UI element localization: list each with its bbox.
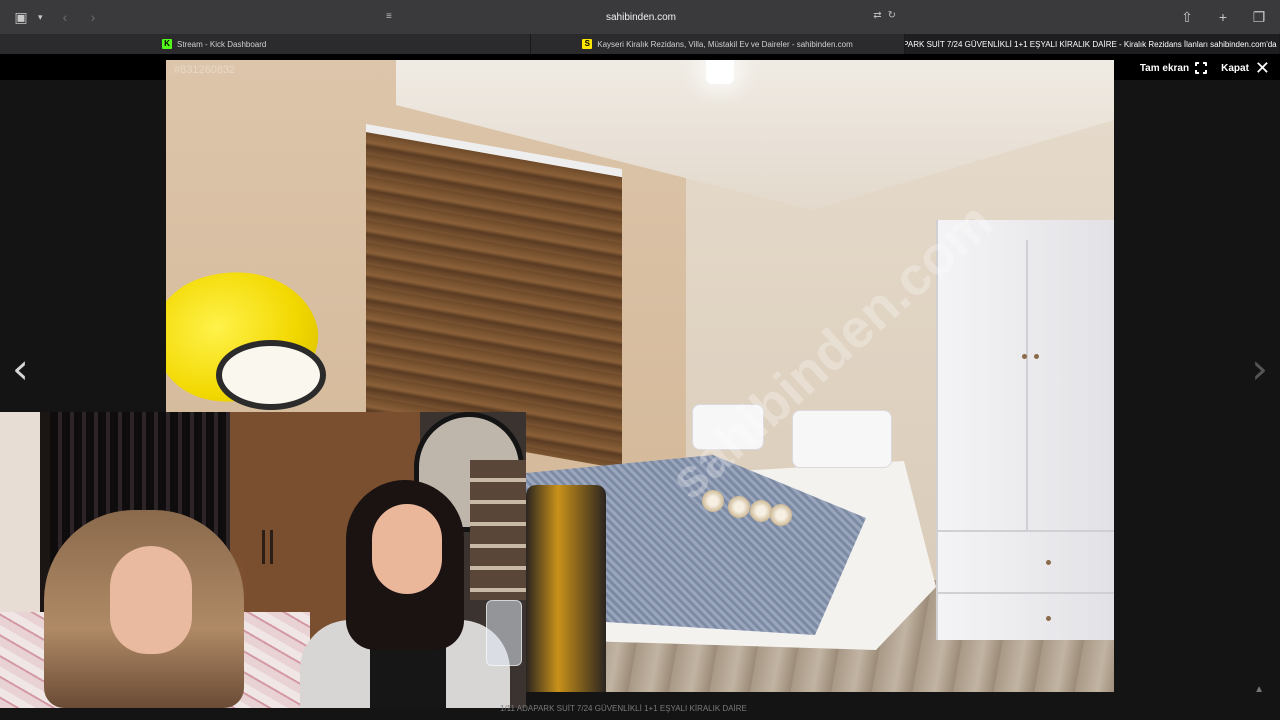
streamer-right-face bbox=[372, 504, 442, 594]
tab-title: Kayseri Kiralık Rezidans, Villa, Müstaki… bbox=[597, 39, 853, 49]
photo-viewer: Tam ekran Kapat ✕ ‹ › sahibinden.com #83… bbox=[0, 54, 1280, 720]
address-bar-actions: ⇄ ↻ bbox=[873, 10, 896, 21]
viewer-actions: Tam ekran Kapat ✕ bbox=[1139, 58, 1270, 78]
lamp-shade-rim bbox=[216, 340, 326, 410]
back-icon[interactable]: ‹ bbox=[54, 8, 76, 26]
toolbar-left-controls: ▣ ▾ ‹ › bbox=[10, 8, 104, 26]
tab-bar: K Stream - Kick Dashboard S Kayseri Kira… bbox=[0, 34, 1280, 54]
tab-kick-dashboard[interactable]: K Stream - Kick Dashboard bbox=[0, 34, 531, 54]
toolbar-right-controls: ⇧ + ❐ bbox=[1176, 8, 1270, 26]
cabinet-handle bbox=[262, 530, 265, 564]
new-tab-icon[interactable]: + bbox=[1212, 8, 1234, 26]
chair bbox=[526, 485, 606, 692]
reload-icon[interactable]: ↻ bbox=[888, 10, 896, 21]
drinking-glass bbox=[486, 600, 522, 666]
streamer-right bbox=[300, 480, 522, 708]
towel-roll bbox=[750, 500, 772, 522]
photo-caption: 1/11 ADAPARK SUİT 7/24 GÜVENLİKLİ 1+1 EŞ… bbox=[500, 704, 747, 713]
ceiling-light bbox=[706, 60, 734, 84]
url-text[interactable]: sahibinden.com bbox=[606, 12, 676, 23]
pillow bbox=[792, 410, 892, 468]
page-menu-icon[interactable]: ≡ bbox=[386, 11, 396, 23]
streamer-left bbox=[44, 510, 244, 708]
stream-webcam-overlay bbox=[0, 412, 526, 708]
share-icon[interactable]: ⇧ bbox=[1176, 8, 1198, 26]
chevron-right-icon[interactable]: › bbox=[1251, 348, 1268, 390]
close-button[interactable]: Kapat ✕ bbox=[1221, 58, 1270, 78]
kick-favicon-icon: K bbox=[162, 39, 172, 49]
white-wardrobe bbox=[936, 220, 1114, 640]
close-label: Kapat bbox=[1221, 62, 1249, 74]
towel-roll bbox=[728, 496, 750, 518]
tab-adapark-listing[interactable]: S ADAPARK SUİT 7/24 GÜVENLİKLİ 1+1 EŞYAL… bbox=[905, 34, 1280, 54]
fullscreen-label: Tam ekran bbox=[1139, 62, 1190, 74]
chevron-down-icon[interactable]: ▾ bbox=[38, 12, 48, 23]
sidebar-toggle-icon[interactable]: ▣ bbox=[10, 8, 32, 26]
chevron-left-icon[interactable]: ‹ bbox=[12, 348, 29, 390]
streamer-left-face bbox=[110, 546, 192, 654]
sahibinden-favicon-icon: S bbox=[582, 39, 593, 49]
tab-title: ADAPARK SUİT 7/24 GÜVENLİKLİ 1+1 EŞYALI … bbox=[905, 39, 1279, 49]
towel-roll bbox=[770, 504, 792, 526]
address-bar[interactable]: ≡ sahibinden.com ⇄ ↻ bbox=[380, 7, 902, 28]
listing-number: #831260832 bbox=[174, 64, 236, 76]
tab-title: Stream - Kick Dashboard bbox=[177, 39, 267, 49]
translate-icon[interactable]: ⇄ bbox=[873, 10, 881, 21]
close-icon: ✕ bbox=[1254, 58, 1270, 78]
cabinet-handle bbox=[270, 530, 273, 564]
scroll-up-icon[interactable]: ▲ bbox=[1254, 684, 1264, 695]
forward-icon[interactable]: › bbox=[82, 8, 104, 26]
fullscreen-icon bbox=[1194, 61, 1209, 75]
browser-toolbar: ▣ ▾ ‹ › ≡ sahibinden.com ⇄ ↻ ⇧ + ❐ bbox=[0, 0, 1280, 34]
tab-kayseri-listings[interactable]: S Kayseri Kiralık Rezidans, Villa, Müsta… bbox=[531, 34, 906, 54]
fullscreen-button[interactable]: Tam ekran bbox=[1139, 61, 1209, 75]
tab-overview-icon[interactable]: ❐ bbox=[1248, 8, 1270, 26]
